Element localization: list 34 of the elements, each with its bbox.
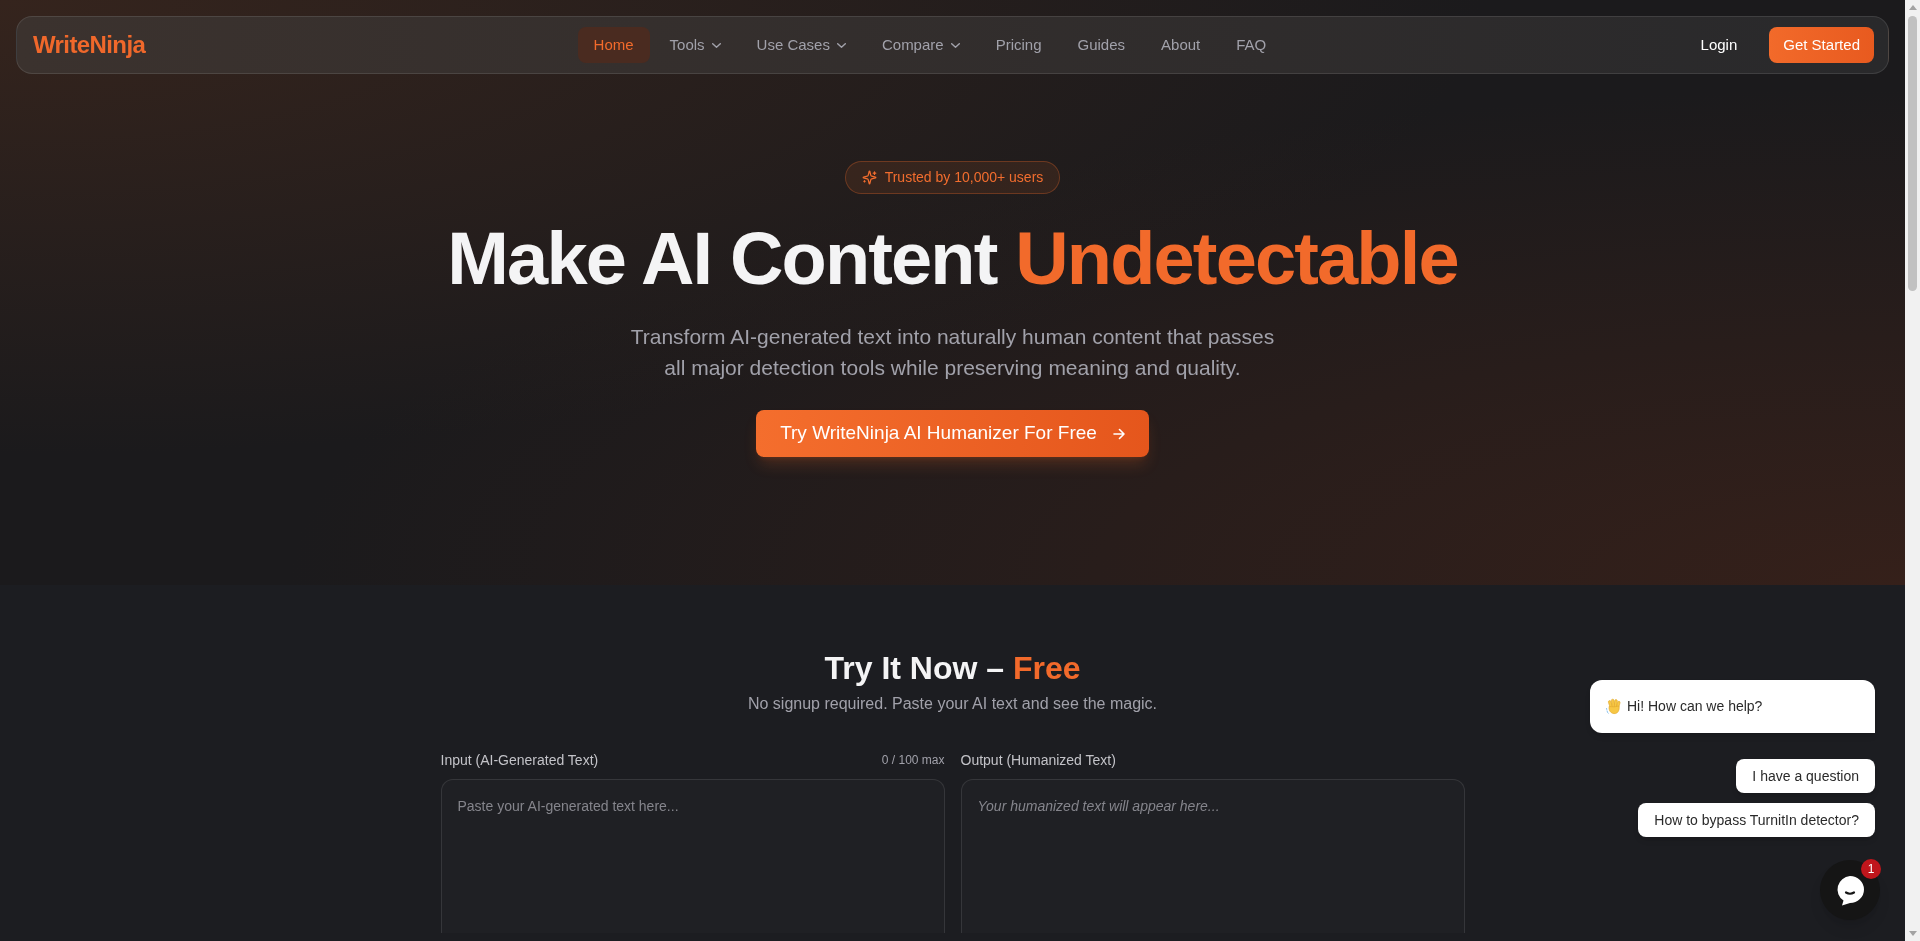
login-link[interactable]: Login bbox=[1684, 25, 1754, 65]
input-text-area[interactable]: Paste your AI-generated text here... bbox=[440, 779, 945, 933]
waving-hand-icon bbox=[1606, 698, 1622, 715]
nav-link[interactable]: Home bbox=[577, 27, 650, 63]
nav-link[interactable]: Pricing bbox=[979, 27, 1058, 63]
scrollbar[interactable] bbox=[1905, 0, 1920, 941]
input-label: Input (AI-Generated Text) bbox=[440, 750, 599, 770]
scroll-up-arrow-icon[interactable] bbox=[1908, 5, 1917, 10]
scrollbar-thumb[interactable] bbox=[1908, 16, 1917, 291]
hero-title: Make AI Content Undetectable bbox=[447, 216, 1458, 302]
nav-link[interactable]: About bbox=[1145, 27, 1217, 63]
chat-bubble-icon bbox=[1835, 874, 1865, 906]
quick-reply-button[interactable]: How to bypass TurnitIn detector? bbox=[1638, 803, 1875, 837]
logo[interactable]: WriteNinja bbox=[33, 27, 146, 63]
unread-count-badge: 1 bbox=[1861, 859, 1881, 879]
nav-link[interactable]: Compare bbox=[865, 27, 976, 63]
get-started-button[interactable]: Get Started bbox=[1769, 27, 1874, 63]
output-text-area[interactable]: Your humanized text will appear here... bbox=[960, 779, 1465, 933]
sparkles-icon bbox=[861, 170, 877, 185]
nav-link[interactable]: Guides bbox=[1061, 27, 1142, 63]
section-subtitle: No signup required. Paste your AI text and see the magic. bbox=[747, 694, 1158, 714]
hero-subtitle: Transform AI-generated text into naturally human content that passes all major detection tools while preserving meaning and quality. bbox=[629, 324, 1276, 382]
output-label: Output (Humanized Text) bbox=[960, 750, 1116, 770]
character-counter: 0 / 100 max bbox=[881, 752, 945, 769]
section-title: Try It Now – Free bbox=[824, 649, 1081, 688]
chat-greeting-text: Hi! How can we help? bbox=[1627, 697, 1763, 716]
quick-reply-button[interactable]: I have a question bbox=[1736, 759, 1875, 793]
scroll-down-arrow-icon[interactable] bbox=[1908, 931, 1917, 936]
nav-link[interactable]: Use Cases bbox=[740, 27, 862, 63]
nav-link[interactable]: FAQ bbox=[1220, 27, 1283, 63]
nav-link[interactable]: Tools bbox=[653, 27, 737, 63]
arrow-right-icon bbox=[1112, 427, 1125, 440]
try-humanizer-button[interactable]: Try WriteNinja AI Humanizer For Free bbox=[756, 410, 1149, 458]
trusted-badge-text: Trusted by 10,000+ users bbox=[884, 168, 1044, 187]
